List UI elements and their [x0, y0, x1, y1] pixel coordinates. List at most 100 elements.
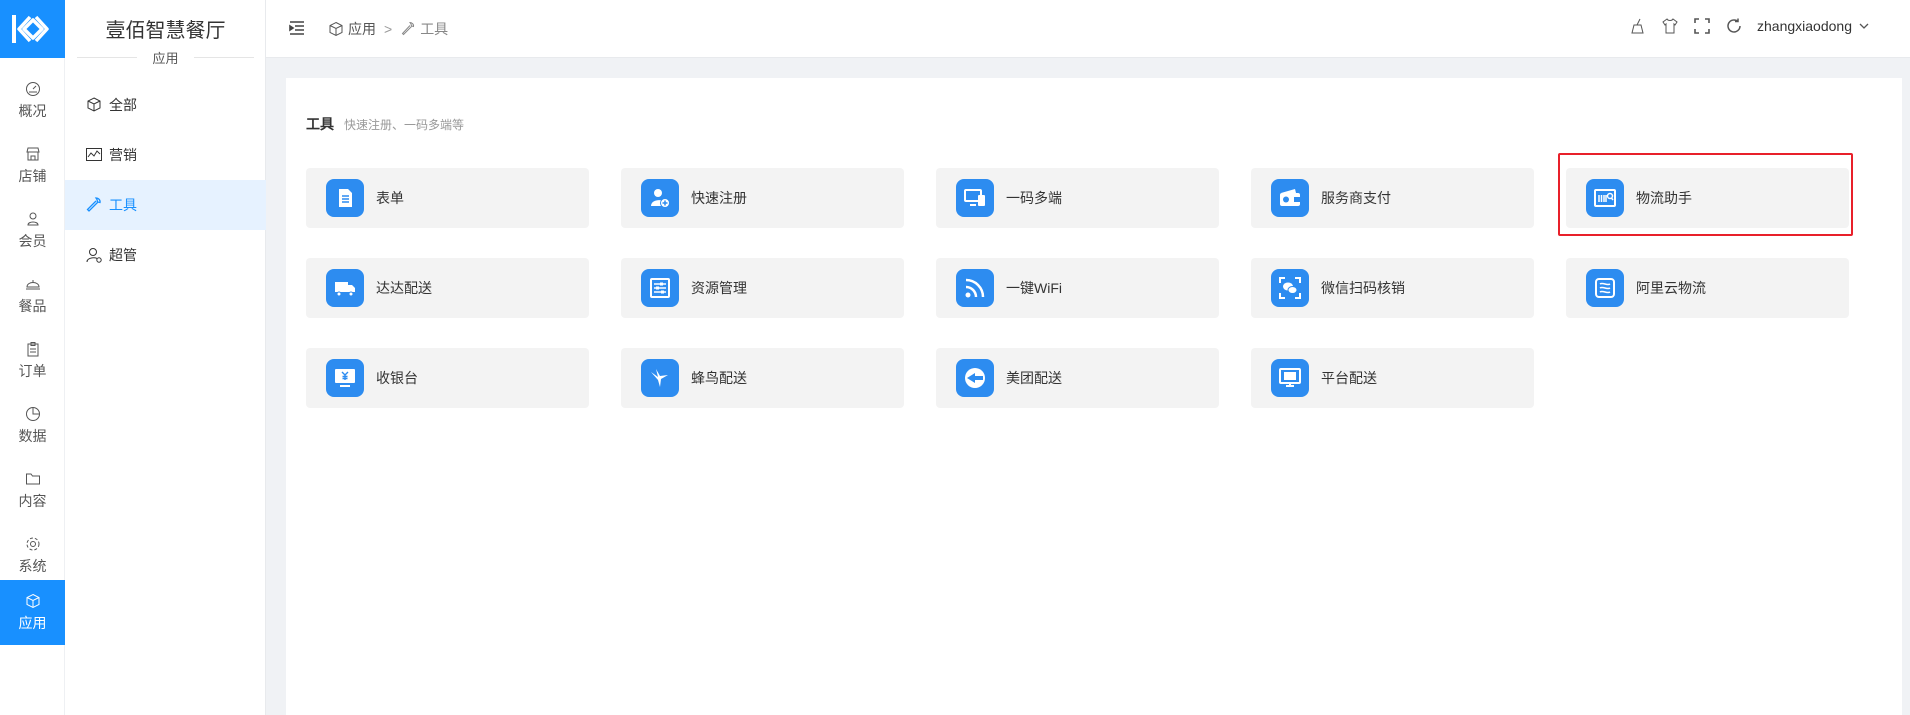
tool-label: 收银台	[376, 370, 418, 386]
rail-item-store[interactable]: 店铺	[0, 133, 65, 198]
breadcrumb-apps[interactable]: 应用	[348, 19, 376, 39]
trend-chart-icon	[86, 148, 102, 161]
dish-cover-icon	[25, 279, 40, 289]
tool-icon-wrap	[641, 359, 679, 397]
wallet-icon	[1280, 189, 1300, 206]
rail-item-member[interactable]: 会员	[0, 198, 65, 263]
tool-label: 达达配送	[376, 280, 432, 296]
secondary-menu: 壹佰智慧餐厅 应用 全部 营销 工具 超管	[65, 0, 266, 715]
wifi-icon	[965, 278, 985, 298]
submenu-item-all[interactable]: 全部	[65, 80, 266, 130]
tool-icon-wrap	[956, 269, 994, 307]
tool-card-quick-register[interactable]: 快速注册	[621, 168, 904, 228]
tool-card-provider-pay[interactable]: 服务商支付	[1251, 168, 1534, 228]
submenu-label: 超管	[109, 247, 137, 263]
multi-device-icon	[964, 189, 985, 206]
submenu-item-marketing[interactable]: 营销	[65, 130, 266, 180]
gauge-icon	[25, 81, 40, 96]
tool-icon-wrap	[326, 269, 364, 307]
tool-label: 微信扫码核销	[1321, 280, 1405, 296]
menu-fold-icon[interactable]	[288, 19, 306, 37]
tool-label: 物流助手	[1636, 190, 1692, 206]
cube-icon	[87, 97, 101, 112]
rail-label: 会员	[18, 232, 47, 249]
rail-item-dish[interactable]: 餐品	[0, 263, 65, 328]
cube-icon	[329, 21, 343, 37]
submenu-item-tools[interactable]: 工具	[65, 180, 266, 230]
tool-card-meituan-delivery[interactable]: 美团配送	[936, 348, 1219, 408]
tool-label: 服务商支付	[1321, 190, 1391, 206]
header-actions: zhangxiaodong	[1629, 17, 1870, 35]
rail-label: 内容	[18, 492, 47, 509]
breadcrumb-tools: 工具	[420, 21, 449, 37]
fullscreen-icon[interactable]	[1693, 17, 1711, 35]
tool-label: 美团配送	[1006, 370, 1062, 386]
refresh-icon[interactable]	[1725, 17, 1743, 35]
wrench-icon	[401, 21, 415, 36]
tool-card-form[interactable]: 表单	[306, 168, 589, 228]
rail-item-data[interactable]: 数据	[0, 393, 65, 458]
tool-card-fengniao-delivery[interactable]: 蜂鸟配送	[621, 348, 904, 408]
section-header: 工具 快速注册、一码多端等	[306, 114, 464, 134]
admin-user-icon	[86, 248, 102, 263]
rail-item-overview[interactable]: 概况	[0, 68, 65, 133]
tshirt-icon[interactable]	[1661, 17, 1679, 35]
tool-icon-wrap	[1586, 179, 1624, 217]
user-icon	[26, 212, 39, 225]
rail-label: 应用	[18, 614, 47, 631]
rail-label: 餐品	[18, 297, 47, 314]
tool-card-cashier[interactable]: 收银台	[306, 348, 589, 408]
broom-icon[interactable]	[1629, 17, 1647, 35]
tool-icon-wrap	[326, 359, 364, 397]
user-add-icon	[651, 189, 670, 208]
form-icon	[339, 189, 352, 207]
tool-icon-wrap	[1271, 359, 1309, 397]
submenu-label: 工具	[109, 197, 137, 213]
tool-card-resource-management[interactable]: 资源管理	[621, 258, 904, 318]
tool-icon-wrap	[1586, 269, 1624, 307]
username: zhangxiaodong	[1757, 18, 1852, 34]
breadcrumb: 应用 > 工具	[328, 19, 448, 39]
hummingbird-icon	[651, 369, 668, 387]
tool-label: 表单	[376, 190, 404, 206]
truck-icon	[335, 282, 355, 297]
monitor-delivery-icon	[1279, 368, 1301, 387]
section-subtitle: 快速注册、一码多端等	[344, 118, 465, 132]
tool-icon-wrap	[956, 359, 994, 397]
rail-item-content[interactable]: 内容	[0, 458, 65, 523]
gear-icon	[26, 537, 39, 550]
rail-item-system[interactable]: 系统	[0, 523, 65, 588]
chevron-down-icon	[1859, 23, 1869, 29]
submenu-item-admin[interactable]: 超管	[65, 230, 266, 280]
rail-label: 店铺	[18, 167, 47, 184]
app-logo[interactable]	[0, 0, 65, 58]
submenu-label: 营销	[109, 147, 137, 163]
rail-item-order[interactable]: 订单	[0, 328, 65, 393]
logo-icon	[11, 15, 49, 43]
tool-card-one-click-wifi[interactable]: 一键WiFi	[936, 258, 1219, 318]
tool-icon-wrap	[641, 269, 679, 307]
tool-card-logistics-assistant[interactable]: 物流助手	[1566, 168, 1849, 228]
cashier-icon	[335, 369, 355, 387]
user-menu[interactable]: zhangxiaodong	[1757, 18, 1870, 34]
rail-item-apps[interactable]: 应用	[0, 580, 65, 645]
section-title: 工具	[306, 116, 334, 132]
tool-card-platform-delivery[interactable]: 平台配送	[1251, 348, 1534, 408]
rail-label: 系统	[18, 557, 47, 574]
folder-icon	[25, 473, 40, 484]
tool-label: 一键WiFi	[1006, 280, 1062, 296]
tool-card-aliyun-logistics[interactable]: 阿里云物流	[1566, 258, 1849, 318]
tool-card-dada-delivery[interactable]: 达达配送	[306, 258, 589, 318]
wrench-icon	[86, 197, 101, 212]
top-header: 应用 > 工具 zhangxiaodong	[266, 0, 1910, 58]
cube-icon	[26, 593, 39, 608]
tool-label: 蜂鸟配送	[691, 370, 747, 386]
submenu-label: 全部	[109, 97, 137, 113]
tool-card-multi-device[interactable]: 一码多端	[936, 168, 1219, 228]
clipboard-icon	[27, 341, 38, 356]
tool-icon-wrap	[1271, 269, 1309, 307]
tool-card-wechat-scan-verify[interactable]: 微信扫码核销	[1251, 258, 1534, 318]
tool-label: 一码多端	[1006, 190, 1062, 206]
cloud-logistics-icon	[1595, 278, 1615, 298]
tool-label: 快速注册	[691, 190, 747, 206]
